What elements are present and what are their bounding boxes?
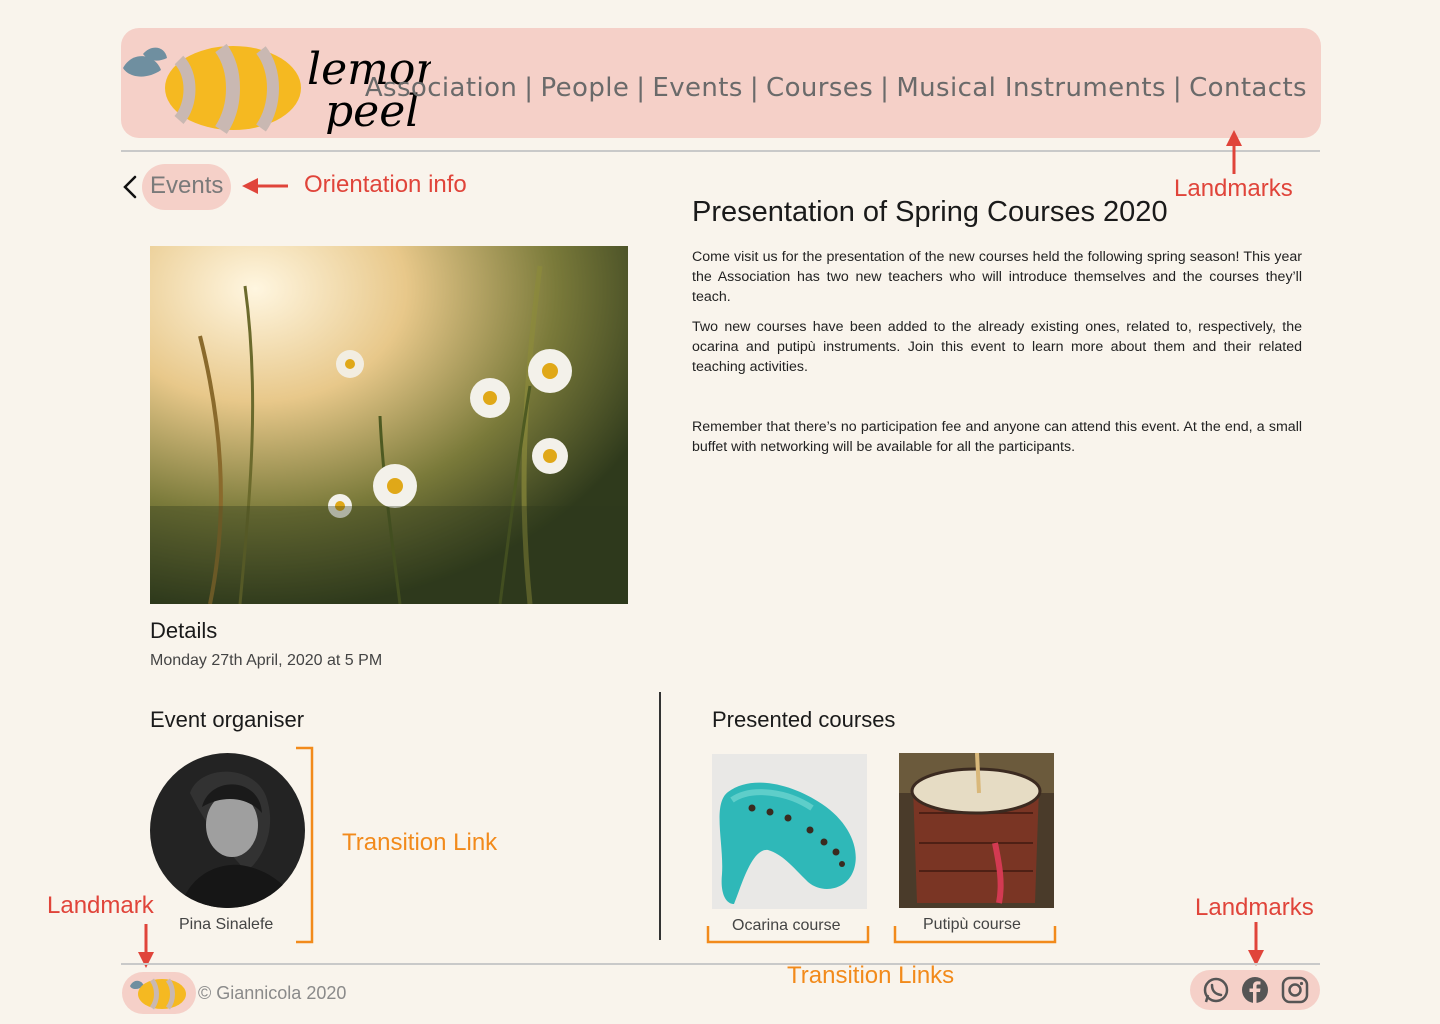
event-description-p3: Remember that there’s no participation f… (692, 419, 1302, 455)
lemon-logo-icon (130, 978, 186, 1010)
instagram-icon[interactable] (1281, 976, 1309, 1004)
transition-links-bracket-putipu (893, 926, 1057, 944)
whatsapp-icon[interactable] (1202, 976, 1230, 1004)
facebook-icon[interactable] (1241, 976, 1269, 1004)
details-heading: Details (150, 618, 218, 643)
nav-separator: | (636, 73, 646, 103)
annotation-landmarks-footer: Landmarks (1195, 894, 1314, 921)
annotation-transition-link: Transition Link (342, 829, 498, 856)
ocarina-course-image[interactable] (712, 754, 867, 909)
event-date: Monday 27th April, 2020 at 5 PM (150, 652, 383, 669)
nav-musical-instruments[interactable]: Musical Instruments (896, 73, 1166, 103)
chevron-left-icon (123, 175, 137, 199)
nav-separator: | (524, 73, 534, 103)
section-divider (659, 692, 661, 940)
header-divider (121, 150, 1320, 152)
presented-courses-heading: Presented courses (712, 707, 896, 732)
transition-link-bracket (296, 746, 314, 944)
transition-links-bracket-ocarina (706, 926, 870, 944)
copyright-text: © Giannicola 2020 (198, 983, 347, 1003)
nav-contacts[interactable]: Contacts (1189, 73, 1307, 103)
nav-association[interactable]: Association (365, 73, 517, 103)
annotation-orientation-info: Orientation info (304, 171, 467, 198)
event-title: Presentation of Spring Courses 2020 (692, 196, 1168, 228)
annotation-transition-links: Transition Links (787, 962, 955, 989)
event-hero-image (150, 246, 628, 604)
organiser-photo (150, 753, 305, 908)
event-description-p1: Come visit us for the presentation of th… (692, 249, 1302, 305)
footer-divider (121, 963, 1320, 965)
arrow-up-icon (1226, 130, 1242, 174)
nav-separator: | (880, 73, 890, 103)
organiser-avatar[interactable] (150, 753, 305, 908)
nav-events[interactable]: Events (652, 73, 742, 103)
arrow-left-icon (242, 178, 288, 194)
back-to-events-button[interactable]: Events (120, 164, 232, 210)
organiser-name[interactable]: Pina Sinalefe (179, 916, 273, 934)
organiser-heading: Event organiser (150, 707, 305, 732)
event-description-p2: Two new courses have been added to the a… (692, 319, 1302, 375)
annotation-landmarks-header: Landmarks (1174, 175, 1293, 202)
nav-separator: | (1172, 73, 1183, 103)
back-label: Events (142, 164, 232, 210)
nav-people[interactable]: People (540, 73, 629, 103)
main-nav: Association | People | Events | Courses | Musica… (365, 73, 1307, 103)
putipu-course-image[interactable] (899, 753, 1054, 908)
annotation-landmark-footer: Landmark (47, 892, 154, 919)
footer-home-logo[interactable] (122, 972, 196, 1014)
site-header: lemon peel Association | People | Events | Cou… (121, 28, 1321, 138)
nav-courses[interactable]: Courses (766, 73, 873, 103)
social-links (1190, 970, 1320, 1010)
nav-separator: | (749, 73, 760, 103)
arrow-down-icon (1248, 922, 1264, 966)
